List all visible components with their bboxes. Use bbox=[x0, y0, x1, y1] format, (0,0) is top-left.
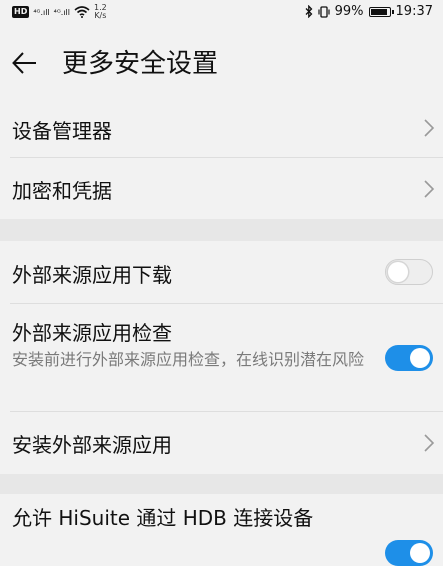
hisuite-hdb-item[interactable]: 允许 HiSuite 通过 HDB 连接设备 bbox=[0, 494, 443, 566]
vibrate-icon bbox=[318, 5, 330, 18]
external-download-item[interactable]: 外部来源应用下载 bbox=[0, 241, 443, 304]
bluetooth-icon bbox=[305, 5, 313, 18]
install-external-item[interactable]: 安装外部来源应用 bbox=[0, 412, 443, 474]
external-download-label: 外部来源应用下载 bbox=[12, 263, 172, 287]
chevron-right-icon bbox=[424, 434, 435, 452]
settings-group-2: 外部来源应用下载 外部来源应用检查 安装前进行外部来源应用检查，在线识别潜在风险… bbox=[0, 241, 443, 474]
title-bar: 更多安全设置 bbox=[0, 26, 443, 98]
section-gap bbox=[0, 219, 443, 241]
external-check-description: 安装前进行外部来源应用检查，在线识别潜在风险 bbox=[12, 350, 365, 369]
hisuite-hdb-toggle[interactable] bbox=[385, 540, 433, 566]
chevron-right-icon bbox=[424, 180, 435, 198]
network-speed: 1.2 K/s bbox=[94, 3, 107, 20]
section-gap bbox=[0, 474, 443, 494]
settings-group-1: 设备管理器 加密和凭据 bbox=[0, 98, 443, 219]
status-bar: HD ⁴ᴳ.ıll ⁴ᴳ.ıll 1.2 K/s 99% 19:37 bbox=[0, 0, 443, 26]
encryption-label: 加密和凭据 bbox=[12, 179, 112, 203]
wifi-icon bbox=[74, 6, 90, 18]
external-download-toggle[interactable] bbox=[385, 259, 433, 285]
clock: 19:37 bbox=[395, 4, 433, 19]
battery-icon bbox=[368, 6, 394, 17]
device-admin-item[interactable]: 设备管理器 bbox=[0, 98, 443, 158]
device-admin-label: 设备管理器 bbox=[12, 119, 112, 143]
signal-icon-2: ⁴ᴳ.ıll bbox=[53, 7, 70, 17]
chevron-right-icon bbox=[424, 119, 435, 137]
external-check-toggle[interactable] bbox=[385, 345, 433, 371]
external-check-label: 外部来源应用检查 bbox=[12, 321, 172, 345]
signal-icon: ⁴ᴳ.ıll bbox=[33, 7, 50, 17]
battery-percent: 99% bbox=[334, 4, 364, 19]
hisuite-hdb-label: 允许 HiSuite 通过 HDB 连接设备 bbox=[12, 506, 314, 530]
encryption-item[interactable]: 加密和凭据 bbox=[0, 158, 443, 219]
install-external-label: 安装外部来源应用 bbox=[12, 433, 172, 457]
settings-group-3: 允许 HiSuite 通过 HDB 连接设备 bbox=[0, 494, 443, 566]
hd-badge: HD bbox=[12, 6, 30, 18]
external-check-item[interactable]: 外部来源应用检查 安装前进行外部来源应用检查，在线识别潜在风险 bbox=[0, 304, 443, 412]
page-title: 更多安全设置 bbox=[62, 49, 219, 79]
back-arrow-icon[interactable] bbox=[10, 48, 40, 78]
